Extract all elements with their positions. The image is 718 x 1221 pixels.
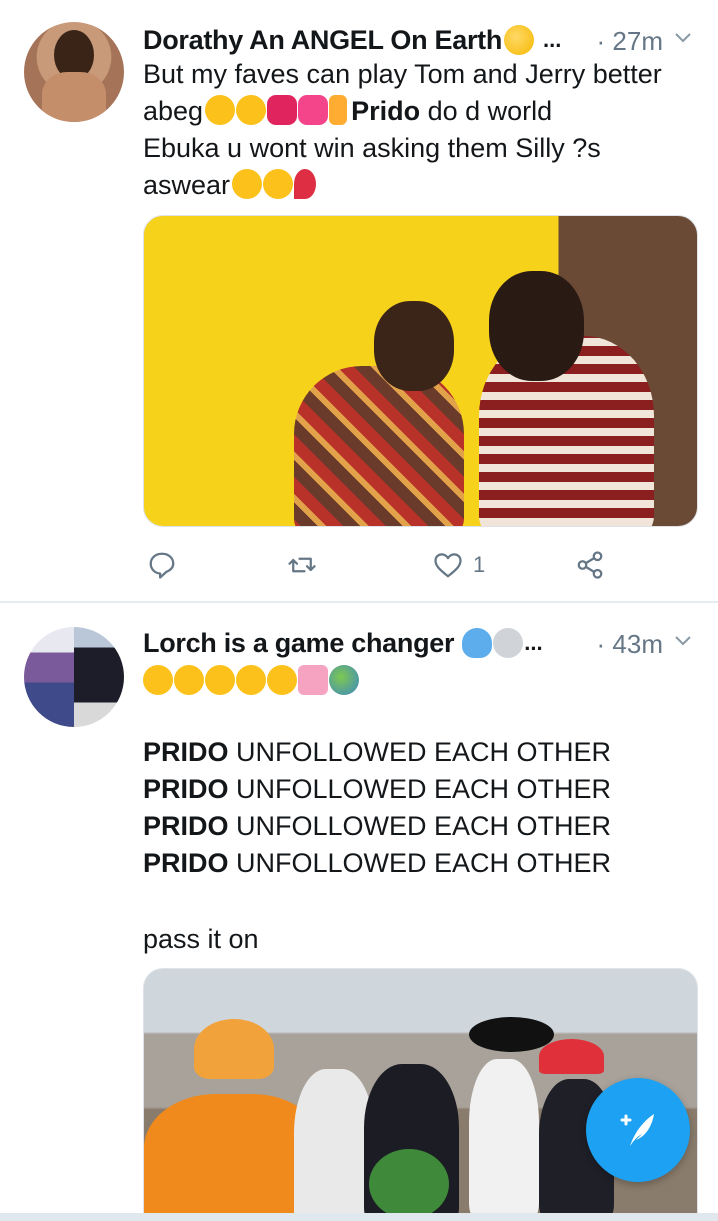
retweet-button[interactable] (287, 545, 327, 585)
globe-emoji (329, 665, 359, 695)
tweet-text-bold: PRIDO (143, 848, 229, 878)
reply-button[interactable] (147, 545, 187, 585)
tweet-header: Lorch is a game changer ... · 43m (143, 625, 703, 661)
compose-feather-icon (620, 1114, 654, 1146)
grinning-face-emoji (263, 169, 294, 199)
tweet-header: Dorathy An ANGEL On Earth ... · 27m (143, 22, 703, 58)
loudly-crying-face-emoji (143, 665, 173, 695)
reply-icon (149, 552, 175, 579)
tweet-text-bold: Prido (351, 96, 421, 126)
like-count: 1 (473, 552, 486, 577)
like-button[interactable]: 1 (433, 545, 485, 585)
loudly-crying-face-emoji (267, 665, 297, 695)
compose-tweet-button[interactable] (586, 1078, 690, 1182)
tweet-text-line: UNFOLLOWED EACH OTHER (228, 811, 612, 841)
heart-icon (434, 553, 462, 578)
retweet-icon (288, 557, 316, 573)
tweet-text-line: do d world (420, 96, 553, 126)
emoji-line (143, 663, 360, 700)
loudly-crying-face-emoji (236, 665, 266, 695)
tweet-text: pass it on (143, 921, 259, 958)
blue-heart-emoji (462, 628, 493, 658)
kissing-face-emoji (504, 25, 535, 55)
pushpin-emoji (294, 169, 317, 199)
tweet-text-bold: PRIDO (143, 737, 229, 767)
tweet-text-bold: PRIDO (143, 774, 229, 804)
tweet-text-line: UNFOLLOWED EACH OTHER (228, 774, 612, 804)
skull-crossbones-emoji (493, 628, 524, 658)
grinning-face-emoji (236, 95, 267, 125)
tweet-text: PRIDO UNFOLLOWED EACH OTHER PRIDO UNFOLL… (143, 734, 611, 882)
tweet-card[interactable]: Dorathy An ANGEL On Earth ... · 27m But … (0, 0, 718, 603)
tweet-text-line: pass it on (143, 924, 259, 954)
chevron-down-icon[interactable] (673, 28, 693, 48)
tweet-text-line: aswear (143, 170, 231, 200)
grinning-face-emoji (232, 169, 263, 199)
sparkling-heart-emoji (267, 95, 298, 125)
chevron-down-icon[interactable] (673, 631, 693, 651)
tweet-text: But my faves can play Tom and Jerry bett… (143, 56, 662, 204)
loudly-crying-face-emoji (205, 665, 235, 695)
tweet-text-line: Ebuka u wont win asking them Silly ?s (143, 133, 601, 163)
name-truncation: ... (543, 27, 562, 52)
grinning-face-emoji (205, 95, 236, 125)
tweet-actions: 1 (143, 545, 613, 585)
avatar[interactable] (24, 627, 124, 727)
tweet-photo[interactable] (143, 215, 698, 527)
timestamp[interactable]: · 27m (597, 26, 663, 57)
tweet-text-bold: PRIDO (143, 811, 229, 841)
carousel-horse-emoji (298, 665, 328, 695)
bottom-scroll-edge (0, 1213, 718, 1221)
timestamp[interactable]: · 43m (597, 629, 663, 660)
display-name[interactable]: Lorch is a game changer (143, 628, 455, 659)
share-button[interactable] (575, 545, 605, 585)
display-name[interactable]: Dorathy An ANGEL On Earth (143, 25, 502, 56)
name-truncation: ... (524, 630, 543, 655)
two-hearts-emoji (298, 95, 329, 125)
share-icon (577, 551, 603, 579)
avatar[interactable] (24, 22, 124, 122)
tweet-text-line: UNFOLLOWED EACH OTHER (228, 848, 612, 878)
loudly-crying-face-emoji (174, 665, 204, 695)
tweet-text-line: abeg (143, 96, 204, 126)
tweet-text-line: But my faves can play Tom and Jerry bett… (143, 59, 662, 89)
tweet-text-line: UNFOLLOWED EACH OTHER (228, 737, 612, 767)
person-walking-emoji (329, 95, 348, 125)
